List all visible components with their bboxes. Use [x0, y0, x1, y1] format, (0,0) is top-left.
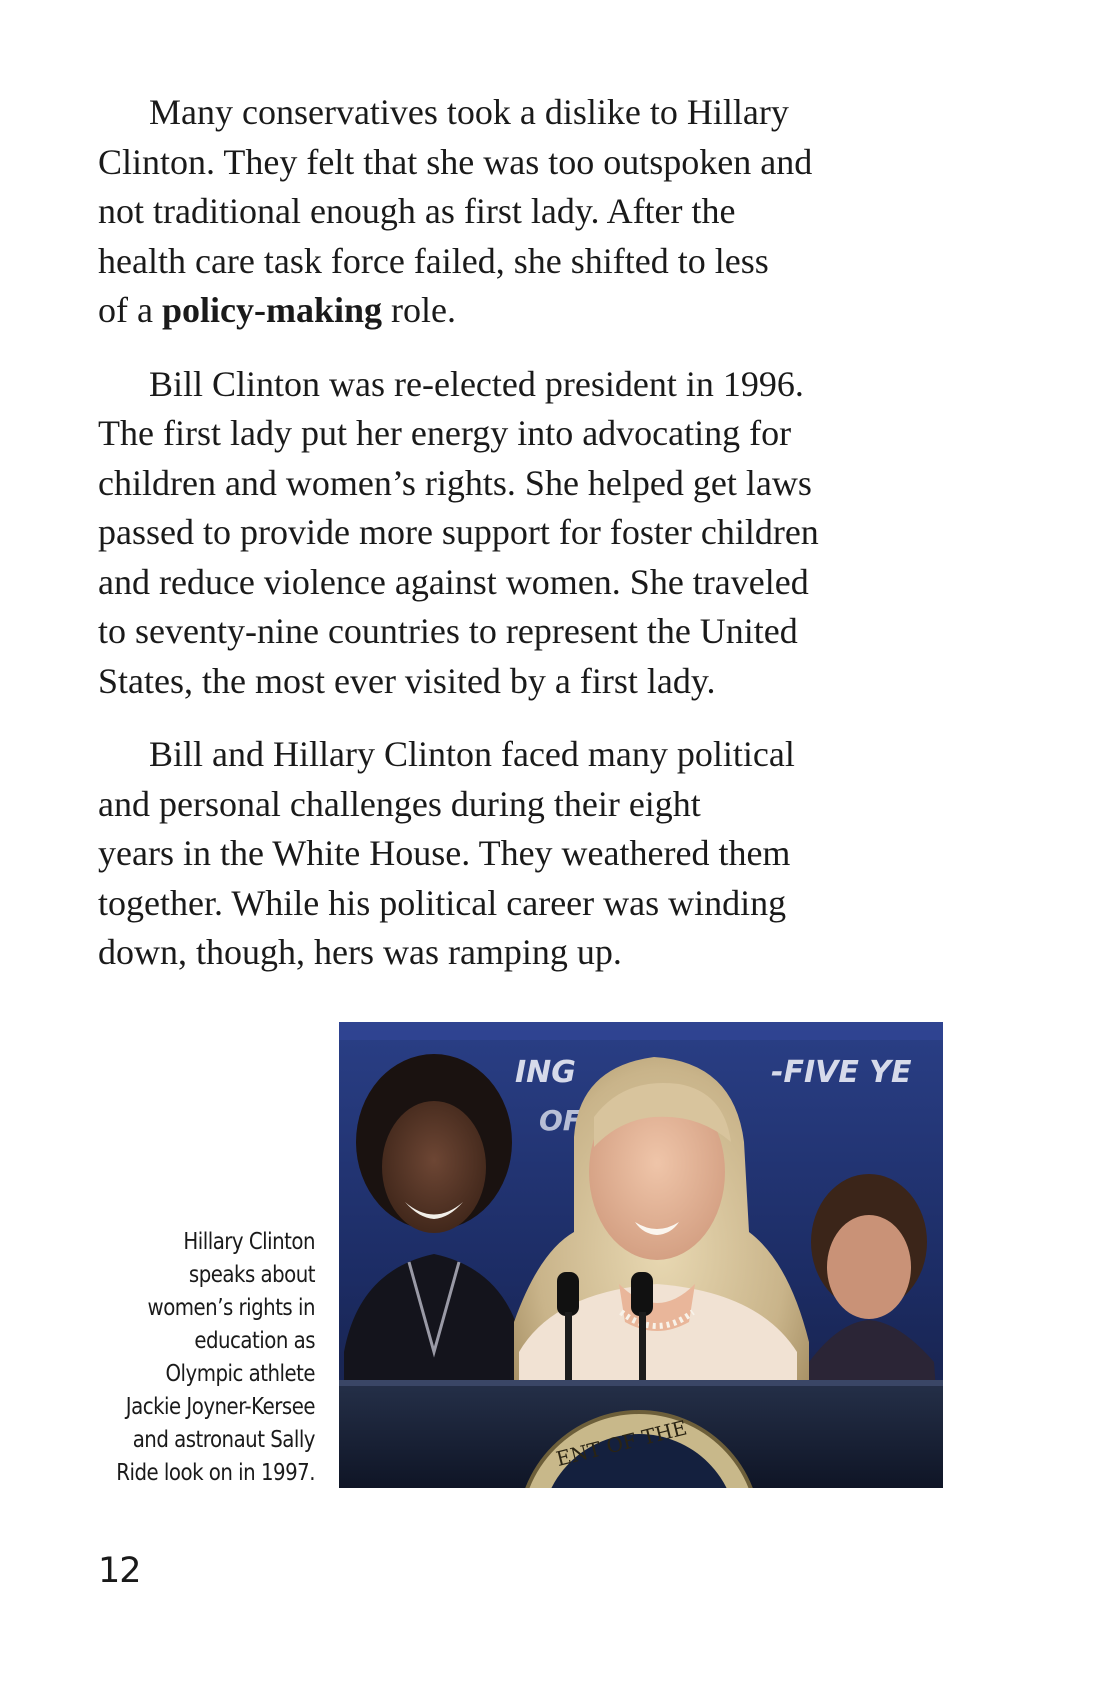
text-line: Bill Clinton was re-elected president in… [149, 363, 804, 404]
text-line: health care task force failed, she shift… [98, 240, 769, 281]
photo-illustration: ING -FIVE YE OF ENT OF THE [339, 1022, 943, 1488]
text-line: The first lady put her energy into advoc… [98, 413, 792, 453]
banner-stripe [339, 1022, 943, 1040]
podium: ENT OF THE [339, 1380, 943, 1488]
caption-line: Ride look on in 1997. [116, 1460, 315, 1486]
paragraph-1: Many conservatives took a dislike to Hil… [98, 88, 918, 336]
text-line: children and women’s rights. She helped … [98, 462, 812, 503]
caption-line: women’s rights in [147, 1295, 316, 1321]
text-line: Clinton. They felt that she was too outs… [98, 141, 813, 182]
text-line: Many conservatives took a dislike to Hil… [149, 92, 789, 132]
text-line: together. While his political career was… [98, 882, 787, 923]
banner-text: ING [515, 1055, 576, 1090]
text-line: States, the most ever visited by a first… [98, 660, 716, 701]
news-photo: ING -FIVE YE OF ENT OF THE [339, 1022, 943, 1488]
banner-text: -FIVE YE [771, 1055, 912, 1090]
page-number: 12 [98, 1551, 142, 1591]
caption-line: Olympic athlete [165, 1361, 315, 1387]
text-fragment: of a [98, 290, 162, 330]
caption-line: and astronaut Sally [132, 1427, 316, 1453]
paragraph-3: Bill and Hillary Clinton faced many poli… [98, 730, 918, 978]
text-line: not traditional enough as first lady. Af… [98, 191, 736, 231]
caption-line: Jackie Joyner-Kersee [125, 1394, 316, 1420]
text-line: to seventy-nine countries to represent t… [98, 611, 798, 651]
photo-caption: Hillary Clinton speaks about women’s rig… [96, 1226, 315, 1490]
book-page: Many conservatives took a dislike to Hil… [0, 0, 1100, 1700]
text-line: and reduce violence against women. She t… [98, 561, 809, 602]
text-line: and personal challenges during their eig… [98, 783, 701, 824]
text-line: Bill and Hillary Clinton faced many poli… [149, 734, 795, 774]
text-line: of a policy-making role. [98, 286, 918, 336]
caption-line: Hillary Clinton [183, 1229, 315, 1255]
caption-line: speaks about [188, 1262, 316, 1288]
body-text: Many conservatives took a dislike to Hil… [98, 88, 918, 1002]
text-fragment: role. [382, 290, 456, 330]
caption-line: education as [194, 1328, 315, 1354]
text-line: passed to provide more support for foste… [98, 512, 819, 552]
text-line: down, though, hers was ramping up. [98, 932, 622, 972]
glossary-term: policy-making [161, 290, 382, 330]
text-line: years in the White House. They weathered… [98, 833, 791, 873]
paragraph-2: Bill Clinton was re-elected president in… [98, 360, 918, 707]
